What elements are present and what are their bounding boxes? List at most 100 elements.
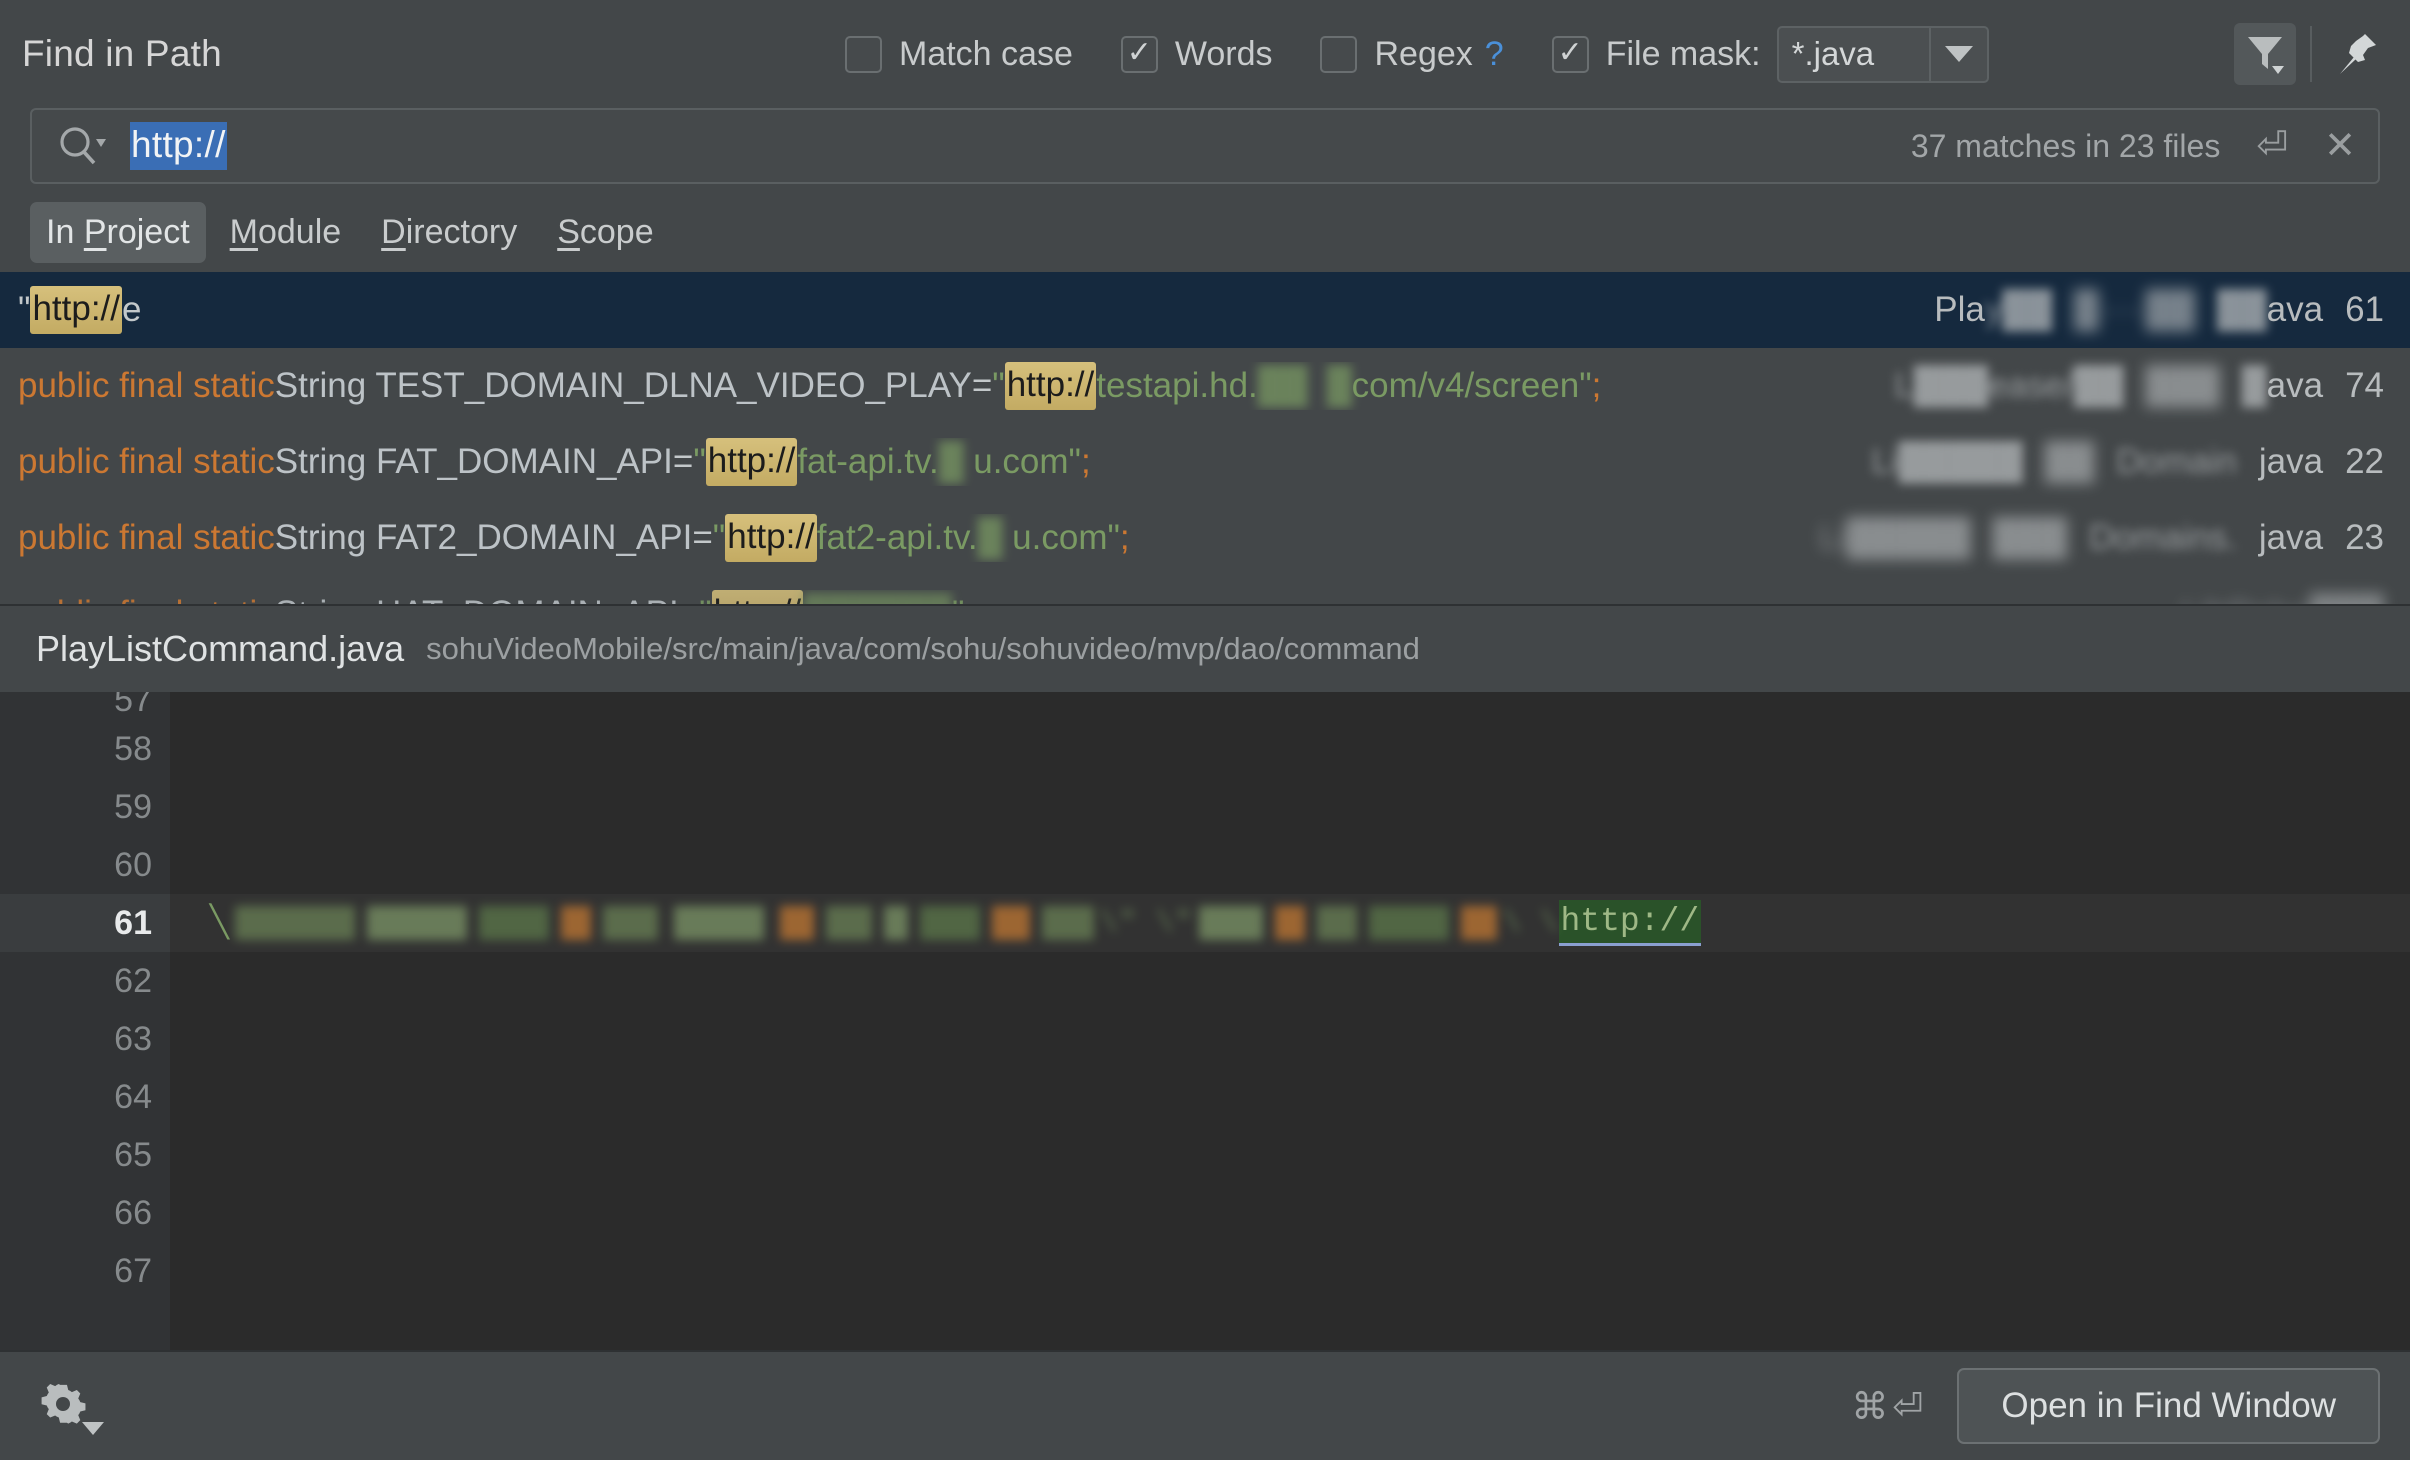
search-options-group: Match case Words Regex ? File mask: *.ja… (845, 0, 1989, 108)
result-line-number: 23 (2345, 518, 2384, 557)
gutter-line-number: 66 (114, 1193, 152, 1232)
table-row[interactable]: public final static String HAT_DOMAIN_AP… (0, 576, 2410, 604)
settings-dropdown-icon[interactable] (82, 1422, 104, 1435)
gutter-line-number: 65 (114, 1135, 152, 1174)
preview-file-name: PlayListCommand.java (36, 628, 405, 669)
result-location: Li█████ ██ Domain java 22 (1831, 442, 2384, 482)
settings-button[interactable] (36, 1375, 104, 1437)
preview-header: PlayListCommand.java sohuVideoMobile/src… (0, 604, 2410, 692)
search-icon[interactable] (56, 123, 106, 169)
result-file-path: █····██ (2074, 290, 2196, 329)
result-code: public final static String FAT_DOMAIN_AP… (18, 438, 1091, 486)
result-location: Play██ █····██ ██ava 61 (1894, 290, 2384, 330)
filter-button[interactable] (2234, 23, 2296, 85)
match-highlight: http:// (705, 438, 798, 486)
regex-help-icon[interactable]: ? (1485, 35, 1504, 74)
magnifier-icon (60, 127, 106, 165)
match-case-label: Match case (899, 34, 1073, 73)
match-highlight: http:// (30, 286, 122, 334)
editor-text-area[interactable]: ╲ \" \" \ \ http:// (170, 692, 2410, 1350)
result-extension: Domain (2116, 442, 2237, 481)
tab-module[interactable]: Module (214, 202, 358, 263)
result-file-name: Play██ (1934, 290, 2052, 329)
result-code: public final static String FAT2_DOMAIN_A… (18, 514, 1130, 562)
page-title: Find in Path (22, 33, 222, 74)
file-mask-checkbox[interactable] (1551, 35, 1589, 73)
file-mask-dropdown-arrow[interactable] (1931, 28, 1987, 81)
words-checkbox[interactable] (1120, 35, 1158, 73)
match-case-option[interactable]: Match case (845, 35, 1073, 74)
result-file-path: ██ (2044, 442, 2095, 481)
words-option[interactable]: Words (1120, 34, 1273, 74)
result-file-path: ███ (2145, 366, 2220, 405)
code-line-61-content: ╲ \" \" \ \ http:// (170, 894, 2410, 952)
header-actions (2234, 0, 2388, 108)
result-extension: Domains. (2089, 518, 2237, 557)
search-row: http:// 37 matches in 23 files ⏎ ✕ (0, 108, 2410, 192)
result-location: Li█████ ███ Domains. java 23 (1779, 518, 2384, 558)
result-code: public final static String HAT_DOMAIN_AP… (18, 590, 964, 604)
result-file-name: L███ease/██ (1894, 366, 2124, 405)
regex-checkbox[interactable] (1320, 35, 1358, 73)
editor-gutter[interactable]: 57 58 59 60 61 62 63 64 I 65 66 67 (0, 692, 256, 1350)
result-line-number: 74 (2345, 366, 2384, 405)
search-query-value[interactable]: http:// (130, 122, 227, 170)
tab-in-project[interactable]: In Project (30, 201, 206, 263)
gutter-line-number: 62 (114, 961, 152, 1000)
table-row[interactable]: public final static String FAT2_DOMAIN_A… (0, 500, 2410, 576)
result-file-name: Li█████ (1871, 442, 2023, 481)
file-mask-option[interactable]: File mask: *.java (1551, 25, 1989, 83)
result-location: L███ease/██ ███ █ava 74 (1854, 366, 2384, 406)
gutter-line-number: 67 (114, 1251, 152, 1290)
pin-button[interactable] (2326, 23, 2388, 85)
dialog-footer: ⌘⏎ Open in Find Window (0, 1350, 2410, 1460)
preview-file-path: sohuVideoMobile/src/main/java/com/sohu/s… (426, 631, 1420, 666)
file-mask-label: File mask: (1605, 34, 1761, 73)
result-file-path: ███ (1992, 518, 2068, 557)
file-mask-combobox[interactable]: *.java (1776, 25, 1989, 83)
result-extension-visible: java (2258, 442, 2324, 481)
table-row[interactable]: public final static String TEST_DOMAIN_D… (0, 348, 2410, 424)
search-status-group: 37 matches in 23 files ⏎ ✕ (1911, 127, 2378, 165)
regex-label: Regex (1374, 34, 1473, 73)
match-highlight: http:// (725, 514, 817, 562)
pin-icon (2340, 34, 2376, 74)
file-mask-value[interactable]: *.java (1779, 27, 1931, 81)
results-list[interactable]: " http://e Play██ █····██ ██ava 61 public… (0, 272, 2410, 604)
open-in-find-window-button[interactable]: Open in Find Window (1957, 1368, 2380, 1444)
result-code: public final static String TEST_DOMAIN_D… (18, 362, 1601, 410)
code-preview[interactable]: 57 58 59 60 61 62 63 64 I 65 66 67 (0, 692, 2410, 1350)
scope-tabs: In Project Module Directory Scope (0, 192, 2410, 272)
find-in-path-dialog: Find in Path Match case Words Regex ? Fi… (0, 0, 2410, 1460)
table-row[interactable]: public final static String FAT_DOMAIN_AP… (0, 424, 2410, 500)
result-extension: █ava (2241, 366, 2324, 405)
footer-actions: ⌘⏎ Open in Find Window (1851, 1368, 2380, 1444)
result-code: " http://e (18, 286, 141, 334)
table-row[interactable]: " http://e Play██ █····██ ██ava 61 (0, 272, 2410, 348)
dialog-header: Find in Path Match case Words Regex ? Fi… (0, 0, 2410, 108)
tab-directory[interactable]: Directory (365, 202, 533, 263)
gutter-line-number: 60 (114, 845, 152, 884)
result-extension: ██ava (2217, 290, 2324, 329)
code-line-current: ╲ \" \" \ \ http:// (170, 894, 2410, 952)
preview-match-highlight: http:// (1558, 900, 1702, 946)
clear-icon[interactable]: ✕ (2324, 127, 2356, 165)
match-highlight: http:// (711, 590, 804, 604)
result-extension-visible: java (2258, 518, 2324, 557)
result-file-name: LibRsbo███ (2181, 594, 2384, 604)
gutter-line-number: 58 (114, 729, 152, 768)
header-divider (2310, 26, 2312, 82)
shortcut-hint: ⌘⏎ (1851, 1385, 1928, 1427)
match-case-checkbox[interactable] (845, 35, 882, 73)
result-line-number: 22 (2345, 442, 2384, 481)
result-line-number: 61 (2345, 290, 2384, 329)
new-line-icon[interactable]: ⏎ (2256, 127, 2288, 165)
result-file-name: Li█████ (1819, 518, 1971, 557)
search-input[interactable]: http:// 37 matches in 23 files ⏎ ✕ (30, 108, 2380, 184)
tab-scope[interactable]: Scope (541, 202, 669, 263)
gutter-line-number: 63 (114, 1019, 152, 1058)
words-label: Words (1174, 34, 1273, 73)
regex-option[interactable]: Regex ? (1320, 34, 1504, 74)
chevron-down-icon (1944, 46, 1973, 62)
gutter-line-number-current: 61 (0, 894, 170, 952)
